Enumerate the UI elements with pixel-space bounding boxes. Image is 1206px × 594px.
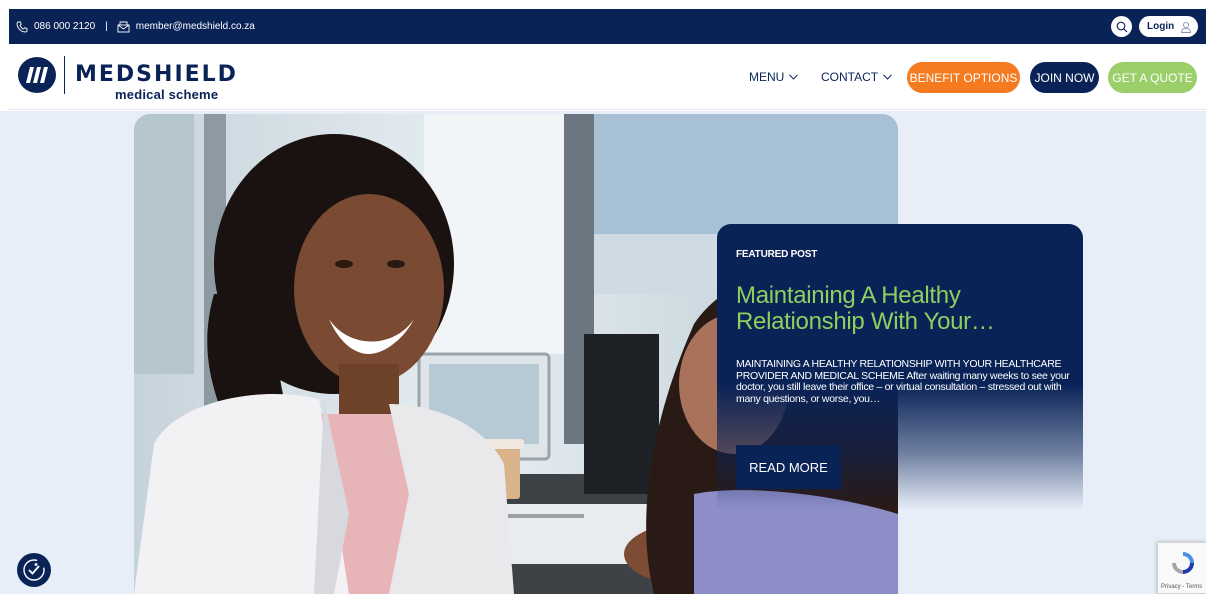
chevron-down-icon	[789, 74, 799, 80]
featured-post-excerpt: MAINTAINING A HEALTHY RELATIONSHIP WITH …	[736, 358, 1070, 405]
join-now-button[interactable]: JOIN NOW	[1030, 62, 1099, 93]
email-link[interactable]: member@medshield.co.za	[136, 21, 255, 32]
featured-post-label: FEATURED POST	[736, 249, 818, 260]
accessibility-button[interactable]	[17, 553, 51, 587]
search-button[interactable]	[1111, 16, 1132, 37]
recaptcha-badge[interactable]: Privacy - Terms	[1157, 542, 1206, 594]
search-icon	[1116, 21, 1127, 32]
nav-contact[interactable]: CONTACT	[821, 62, 892, 92]
chevron-down-icon	[883, 74, 892, 80]
login-label: Login	[1147, 21, 1175, 32]
medshield-logo-icon[interactable]	[17, 56, 57, 94]
user-icon	[1181, 21, 1191, 33]
benefit-options-button[interactable]: BENEFIT OPTIONS	[907, 62, 1020, 93]
nav-menu-label: MENU	[749, 70, 785, 84]
logo-divider	[64, 56, 65, 94]
read-more-button[interactable]: READ MORE	[736, 445, 841, 489]
featured-post-card: FEATURED POST Maintaining A Healthy Rela…	[717, 224, 1083, 510]
featured-post-title[interactable]: Maintaining A Healthy Relationship With …	[736, 283, 1056, 335]
recaptcha-terms[interactable]: Privacy - Terms	[1161, 584, 1202, 590]
nav-contact-label: CONTACT	[821, 70, 879, 84]
top-bar: 086 000 2120 | member@medshield.co.za Lo…	[9, 9, 1206, 44]
phone-icon	[16, 21, 28, 33]
recaptcha-icon	[1172, 552, 1194, 574]
email-icon	[117, 21, 130, 33]
brand-name[interactable]: MEDSHIELD	[75, 62, 238, 87]
topbar-separator: |	[105, 21, 108, 32]
brand-subtitle: medical scheme	[115, 87, 219, 102]
hero-section: FEATURED POST Maintaining A Healthy Rela…	[0, 111, 1206, 594]
accessibility-icon	[23, 559, 45, 581]
nav-menu[interactable]: MENU	[749, 62, 799, 92]
login-button[interactable]: Login	[1139, 16, 1198, 37]
get-a-quote-button[interactable]: GET A QUOTE	[1108, 62, 1197, 93]
phone-number-link[interactable]: 086 000 2120	[34, 21, 95, 32]
main-header: MEDSHIELD medical scheme MENU CONTACT BE…	[9, 44, 1206, 110]
